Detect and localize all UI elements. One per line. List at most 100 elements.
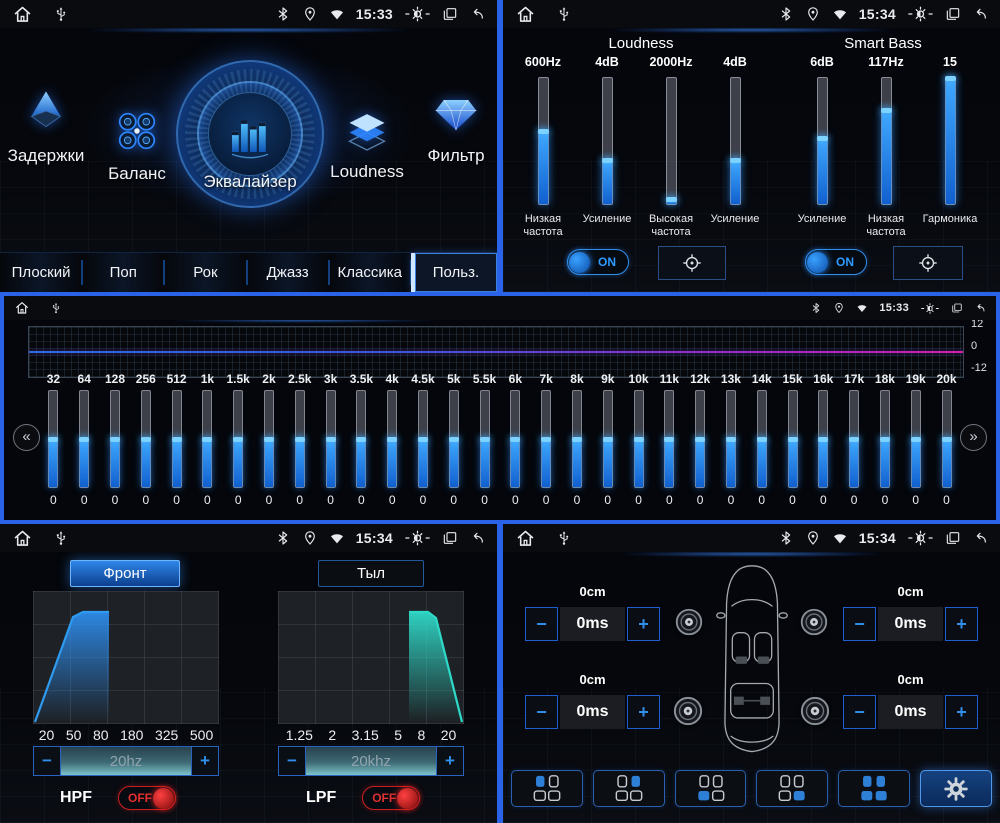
band-slider[interactable] <box>695 390 706 488</box>
vertical-slider[interactable] <box>537 77 549 205</box>
hpf-toggle[interactable]: OFF <box>118 786 176 810</box>
menu-item-balance[interactable]: Баланс <box>96 104 178 184</box>
band-slider[interactable] <box>571 390 582 488</box>
brightness-icon[interactable] <box>404 5 431 23</box>
lpf-minus-button[interactable]: − <box>278 746 306 776</box>
preset-custom[interactable]: Польз. <box>410 253 497 292</box>
home-icon[interactable] <box>12 528 33 549</box>
band-slider[interactable] <box>202 390 213 488</box>
vertical-slider[interactable] <box>665 77 677 205</box>
preset-pop[interactable]: Поп <box>82 253 166 292</box>
home-icon[interactable] <box>515 4 536 25</box>
delay-plus-button[interactable]: + <box>945 695 978 729</box>
hpf-frequency-value[interactable]: 20hz <box>61 746 191 776</box>
back-icon[interactable] <box>974 302 986 314</box>
preset-flat[interactable]: Плоский <box>0 253 84 292</box>
band-slider[interactable] <box>941 390 952 488</box>
preset-classic[interactable]: Классика <box>328 253 413 292</box>
tab-front[interactable]: Фронт <box>70 560 180 587</box>
delay-minus-button[interactable]: − <box>525 695 558 729</box>
smart-bass-reset-button[interactable] <box>893 246 963 280</box>
back-icon[interactable] <box>469 530 485 546</box>
delay-plus-button[interactable]: + <box>627 607 660 641</box>
listening-position-all-button[interactable] <box>838 770 911 807</box>
band-slider[interactable] <box>263 390 274 488</box>
recent-apps-icon[interactable] <box>951 302 963 314</box>
lpf-frequency-value[interactable]: 20khz <box>306 746 436 776</box>
band-slider[interactable] <box>109 390 120 488</box>
brightness-icon[interactable] <box>404 529 431 547</box>
menu-item-loudness[interactable]: Loudness <box>326 104 408 182</box>
band-slider[interactable] <box>325 390 336 488</box>
menu-item-equalizer[interactable]: Эквалайзер <box>176 60 324 208</box>
band-slider[interactable] <box>48 390 59 488</box>
band-slider[interactable] <box>787 390 798 488</box>
loudness-toggle[interactable]: ON <box>567 249 629 275</box>
brightness-icon[interactable] <box>920 302 940 315</box>
delay-minus-button[interactable]: − <box>525 607 558 641</box>
listening-position-front-right-button[interactable] <box>592 770 665 807</box>
menu-item-delays[interactable]: Задержки <box>5 88 87 166</box>
band-slider[interactable] <box>725 390 736 488</box>
band-slider[interactable] <box>602 390 613 488</box>
home-icon[interactable] <box>12 4 33 25</box>
listening-position-front-left-button[interactable] <box>511 770 583 807</box>
vertical-slider[interactable] <box>944 76 956 205</box>
band-slider[interactable] <box>171 390 182 488</box>
band-slider[interactable] <box>479 390 490 488</box>
recent-apps-icon[interactable] <box>945 6 961 22</box>
vertical-slider[interactable] <box>880 77 892 205</box>
band-slider[interactable] <box>233 390 244 488</box>
delay-minus-button[interactable]: − <box>843 695 876 729</box>
listening-position-settings-button[interactable] <box>920 770 992 807</box>
menu-item-filter[interactable]: Фильтр <box>416 90 496 166</box>
band-slider[interactable] <box>294 390 305 488</box>
lpf-toggle[interactable]: OFF <box>362 786 421 810</box>
vertical-slider[interactable] <box>816 77 828 205</box>
band-slider[interactable] <box>910 390 921 488</box>
brightness-icon[interactable] <box>907 5 934 23</box>
loudness-reset-button[interactable] <box>658 246 726 280</box>
band-slider[interactable] <box>510 390 521 488</box>
band-slider[interactable] <box>387 390 398 488</box>
band-slider[interactable] <box>756 390 767 488</box>
band-slider[interactable] <box>818 390 829 488</box>
delay-plus-button[interactable]: + <box>945 607 978 641</box>
band-slider[interactable] <box>879 390 890 488</box>
next-page-button[interactable]: » <box>960 424 987 451</box>
hpf-minus-button[interactable]: − <box>33 746 61 776</box>
band-slider[interactable] <box>448 390 459 488</box>
recent-apps-icon[interactable] <box>442 530 458 546</box>
tab-rear[interactable]: Тыл <box>318 560 424 587</box>
band-slider[interactable] <box>633 390 644 488</box>
smart-bass-toggle[interactable]: ON <box>805 249 867 275</box>
band-slider[interactable] <box>541 390 552 488</box>
band-slider[interactable] <box>849 390 860 488</box>
delay-ms-value: 0ms <box>560 607 625 641</box>
band-slider[interactable] <box>79 390 90 488</box>
vertical-slider[interactable] <box>601 77 613 205</box>
back-icon[interactable] <box>972 6 988 22</box>
home-icon[interactable] <box>515 528 536 549</box>
listening-position-rear-left-button[interactable] <box>674 770 747 807</box>
band-slider[interactable] <box>140 390 151 488</box>
vertical-slider[interactable] <box>729 77 741 205</box>
back-icon[interactable] <box>469 6 485 22</box>
prev-page-button[interactable]: « <box>13 424 40 451</box>
preset-rock[interactable]: Рок <box>164 253 248 292</box>
band-slider[interactable] <box>356 390 367 488</box>
listening-position-rear-right-button[interactable] <box>756 770 829 807</box>
recent-apps-icon[interactable] <box>442 6 458 22</box>
recent-apps-icon[interactable] <box>945 530 961 546</box>
brightness-icon[interactable] <box>907 529 934 547</box>
menu-item-label: Эквалайзер <box>203 172 297 191</box>
lpf-plus-button[interactable]: + <box>436 746 464 776</box>
delay-plus-button[interactable]: + <box>627 695 660 729</box>
band-slider[interactable] <box>664 390 675 488</box>
delay-minus-button[interactable]: − <box>843 607 876 641</box>
band-slider[interactable] <box>417 390 428 488</box>
hpf-plus-button[interactable]: + <box>191 746 219 776</box>
back-icon[interactable] <box>972 530 988 546</box>
home-icon[interactable] <box>14 300 30 316</box>
preset-jazz[interactable]: Джазз <box>246 253 330 292</box>
